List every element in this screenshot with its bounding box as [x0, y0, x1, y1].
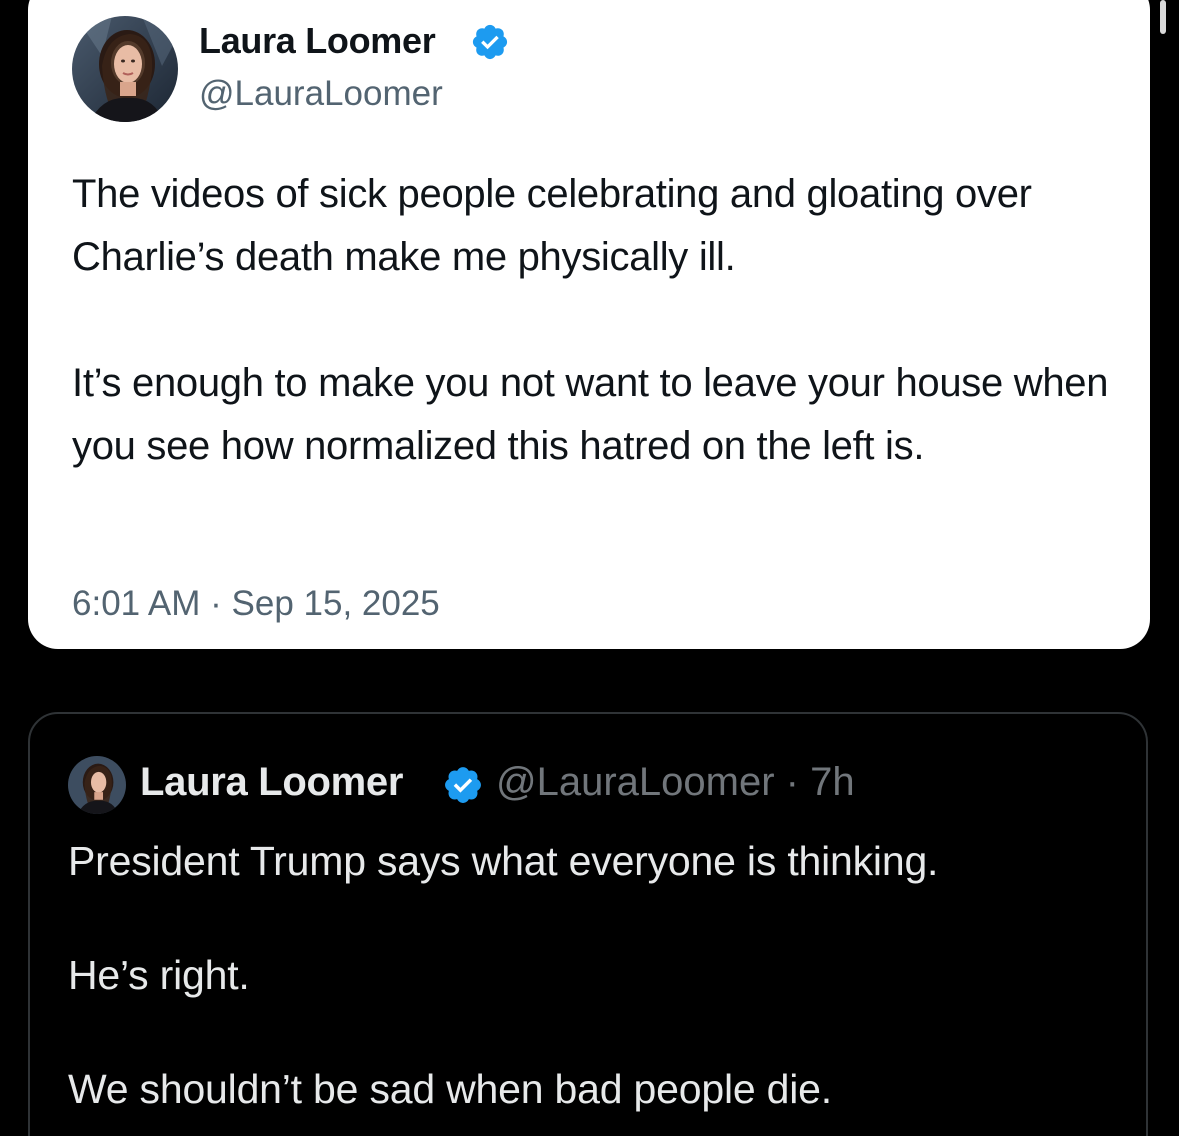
scrollbar-thumb[interactable] — [1160, 0, 1166, 34]
author-handle-and-time[interactable]: @LauraLoomer · 7h — [496, 760, 855, 805]
tweet-paragraph: It’s enough to make you not want to leav… — [72, 361, 1109, 468]
verified-badge-icon — [442, 764, 484, 806]
quoted-tweet-card[interactable]: Laura Loomer @LauraLoomer · 7h President… — [28, 712, 1148, 1136]
tweet-text: The videos of sick people celebrating an… — [72, 163, 1122, 478]
tweet-paragraph: He’s right. — [68, 952, 250, 998]
tweet-text: President Trump says what everyone is th… — [68, 832, 1128, 1118]
avatar[interactable] — [72, 16, 178, 122]
author-name[interactable]: Laura Loomer — [140, 760, 403, 805]
tweet-paragraph: We shouldn’t be sad when bad people die. — [68, 1066, 832, 1112]
main-tweet-card[interactable]: Laura Loomer @LauraLoomer The videos of … — [28, 0, 1150, 649]
tweet-paragraph: President Trump says what everyone is th… — [68, 838, 939, 884]
tweet-paragraph: The videos of sick people celebrating an… — [72, 172, 1032, 279]
avatar[interactable] — [68, 756, 126, 814]
verified-badge-icon — [470, 22, 510, 62]
tweet-timestamp[interactable]: 6:01 AM · Sep 15, 2025 — [72, 584, 440, 624]
screenshot-page: Laura Loomer @LauraLoomer The videos of … — [0, 0, 1179, 1136]
author-name[interactable]: Laura Loomer — [199, 20, 436, 62]
author-handle[interactable]: @LauraLoomer — [199, 74, 443, 114]
